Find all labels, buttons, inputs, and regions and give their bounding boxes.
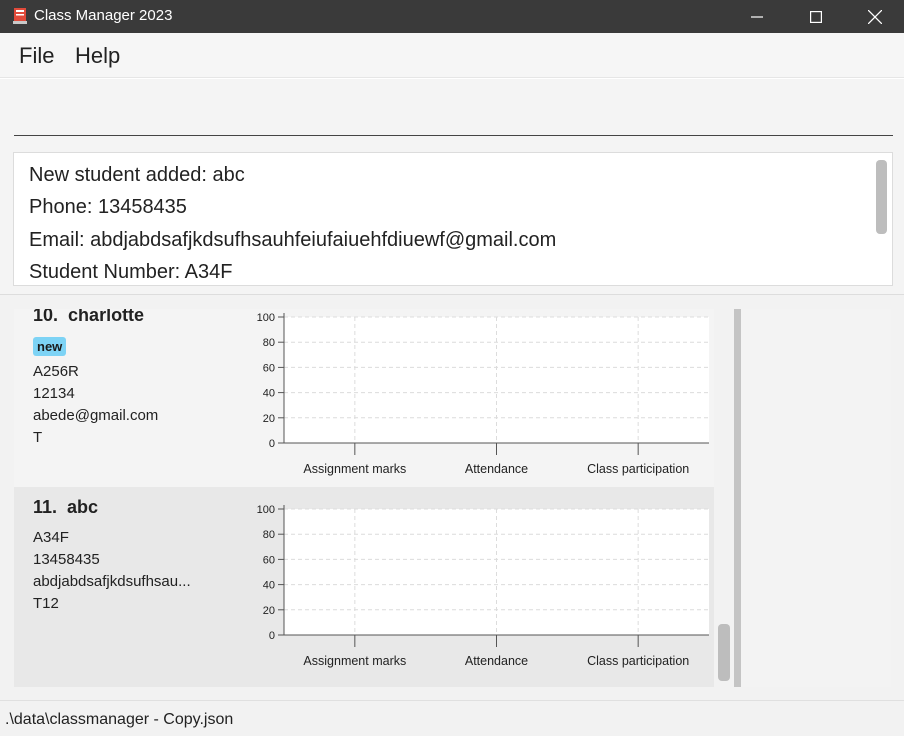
x-tick-label: Assignment marks (303, 462, 406, 476)
y-tick-label: 80 (263, 529, 275, 541)
student-name-heading: 11. abc (33, 497, 98, 518)
result-line: Student Number: A34F (29, 261, 233, 283)
x-tick-label: Assignment marks (303, 654, 406, 668)
y-tick-label: 60 (263, 362, 275, 374)
x-tick-label: Class participation (587, 654, 689, 668)
grade-chart: 0 20 40 60 80 100 Assignment marks Attendance Cl… (257, 312, 709, 476)
menu-help[interactable]: Help (75, 43, 120, 69)
y-tick-label: 100 (257, 312, 275, 324)
y-tick-label: 20 (263, 413, 275, 425)
y-tick-label: 80 (263, 337, 275, 349)
result-scrollbar-thumb[interactable] (876, 160, 887, 234)
minimize-icon (751, 15, 763, 18)
student-name: charlotte (68, 309, 145, 325)
student-card-selected[interactable]: 11. abc A34F 13458435 abdjabdsafjkdsufhs… (14, 487, 714, 687)
maximize-icon (810, 10, 822, 23)
command-box-area (0, 79, 904, 145)
menu-file[interactable]: File (19, 43, 54, 69)
file-path-status: .\data\classmanager - Copy.json (5, 711, 234, 728)
window-title: Class Manager 2023 (34, 7, 173, 24)
y-tick-label: 20 (263, 605, 275, 617)
side-panel (741, 309, 891, 687)
result-display[interactable]: New student added: abc Phone: 13458435 E… (13, 152, 893, 286)
student-email: abdjabdsafjkdsufhsau... (33, 573, 191, 590)
x-tick-label: Attendance (465, 654, 528, 668)
result-line: New student added: abc (29, 164, 245, 186)
student-tag: new (33, 337, 67, 356)
student-email: abede@gmail.com (33, 407, 159, 424)
y-tick-label: 0 (269, 630, 275, 642)
y-tick-label: 40 (263, 580, 275, 592)
x-tick-label: Attendance (465, 462, 528, 476)
student-card[interactable]: 10. charlotte new A256R 12134 abede@gmai… (14, 309, 714, 495)
split-pane-divider[interactable] (734, 309, 741, 687)
student-number: A256R (33, 363, 79, 380)
minimize-button[interactable] (734, 0, 780, 33)
result-line: Email: abdjabdsafjkdsufhsauhfeiufaiuehfd… (29, 229, 557, 251)
student-class: T (33, 429, 43, 446)
app-icon (13, 8, 27, 24)
student-name: abc (67, 497, 99, 517)
title-bar: Class Manager 2023 (0, 0, 904, 33)
student-class: T12 (33, 595, 59, 612)
command-input[interactable] (14, 87, 893, 136)
list-scrollbar-thumb[interactable] (718, 624, 730, 681)
student-phone: 12134 (33, 385, 75, 402)
grade-chart: 0 20 40 60 80 100 Assignment marks Attendance Cl… (257, 504, 709, 668)
student-list[interactable]: 10. charlotte new A256R 12134 abede@gmai… (14, 309, 714, 687)
close-icon (868, 9, 882, 24)
x-tick-label: Class participation (587, 462, 689, 476)
student-index: 11. (33, 497, 58, 517)
student-index: 10. (33, 309, 59, 325)
y-tick-label: 60 (263, 554, 275, 566)
y-tick-label: 100 (257, 504, 275, 516)
status-bar: .\data\classmanager - Copy.json (0, 700, 904, 736)
student-name-heading: 10. charlotte (33, 309, 144, 326)
result-line: Phone: 13458435 (29, 196, 187, 218)
y-tick-label: 40 (263, 388, 275, 400)
close-button[interactable] (852, 0, 898, 33)
maximize-button[interactable] (793, 0, 839, 33)
result-display-area: New student added: abc Phone: 13458435 E… (0, 145, 904, 295)
menu-bar: File Help (0, 33, 904, 78)
y-tick-label: 0 (269, 438, 275, 450)
student-number: A34F (33, 529, 69, 546)
student-phone: 13458435 (33, 551, 100, 568)
